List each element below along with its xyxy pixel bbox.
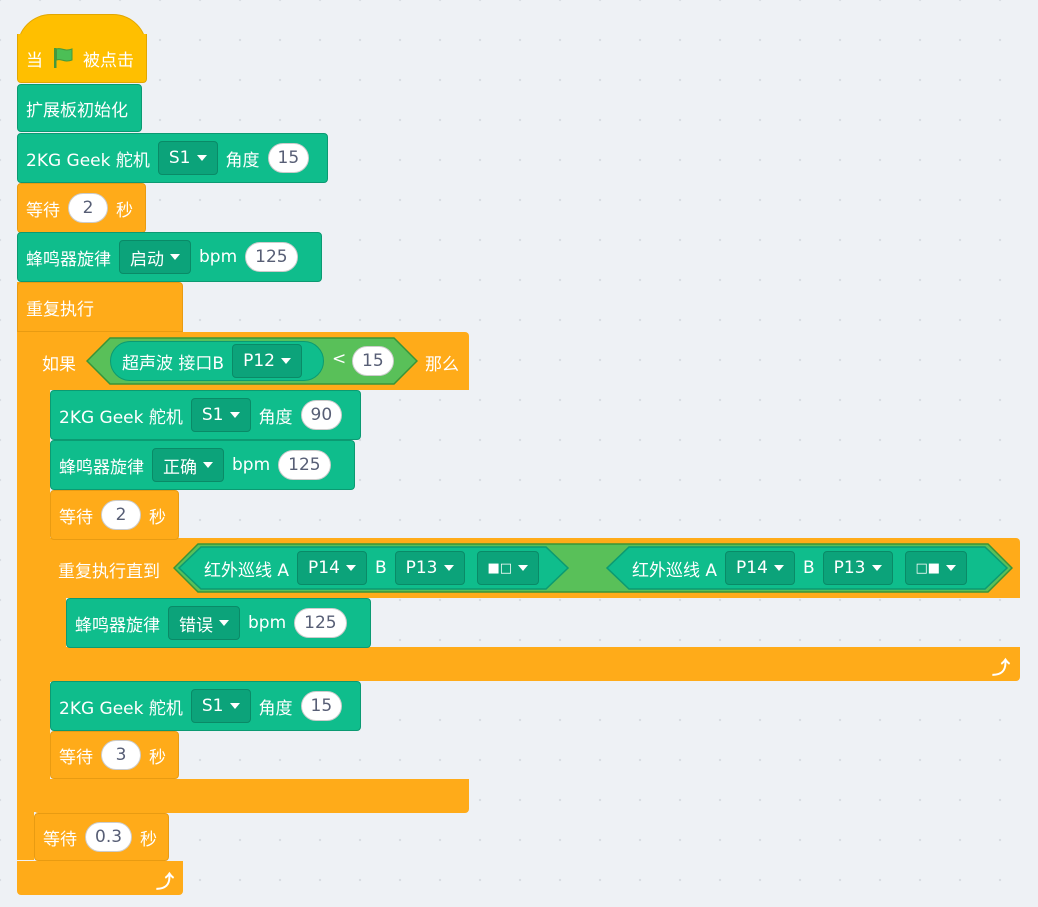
buzzer-label: 蜂鸣器旋律 — [59, 457, 144, 478]
wait-block[interactable]: 等待 2 秒 — [50, 490, 179, 540]
dropdown-caret-icon — [219, 620, 229, 626]
wait-block[interactable]: 等待 2 秒 — [17, 183, 146, 233]
ir-b-port-dropdown[interactable]: P13 — [394, 551, 465, 585]
board-init-block[interactable]: 扩展板初始化 — [17, 84, 142, 132]
wait-label: 等待 — [59, 507, 93, 528]
wait-unit: 秒 — [149, 507, 166, 528]
wait-unit: 秒 — [149, 747, 166, 768]
servo-angle-block[interactable]: 2KG Geek 舵机 S1 角度 15 — [50, 681, 361, 731]
ir-state-dropdown[interactable]: ■□ — [476, 551, 540, 585]
bpm-input[interactable]: 125 — [245, 242, 298, 272]
buzzer-melody-block[interactable]: 蜂鸣器旋律 错误 bpm 125 — [66, 598, 371, 648]
servo-port-dropdown[interactable]: S1 — [190, 398, 251, 432]
dropdown-caret-icon — [518, 565, 529, 571]
hat-suffix: 被点击 — [83, 50, 134, 71]
wait-unit: 秒 — [116, 200, 133, 221]
dropdown-caret-icon — [345, 565, 356, 571]
servo-label: 2KG Geek 舵机 — [59, 407, 183, 428]
servo-angle-block[interactable]: 2KG Geek 舵机 S1 角度 90 — [50, 390, 361, 440]
wait-label: 等待 — [59, 747, 93, 768]
angle-input[interactable]: 90 — [300, 400, 343, 430]
wait-block[interactable]: 等待 3 秒 — [50, 731, 179, 779]
dropdown-caret-icon — [280, 358, 291, 364]
compare-operator: < — [332, 349, 347, 369]
angle-label: 角度 — [258, 698, 293, 719]
servo-port-dropdown[interactable]: S1 — [157, 141, 218, 175]
ir-state-dropdown[interactable]: □■ — [904, 551, 968, 585]
servo-port-dropdown[interactable]: S1 — [190, 689, 251, 723]
if-condition[interactable]: 超声波 接口B P12 < 15 — [86, 337, 418, 385]
angle-input[interactable]: 15 — [267, 143, 310, 173]
green-flag-icon — [54, 48, 73, 68]
if-arm — [34, 332, 50, 812]
ir-a-port-dropdown[interactable]: P14 — [297, 551, 367, 585]
until-label: 重复执行直到 — [58, 562, 160, 582]
wait-label: 等待 — [43, 829, 77, 850]
wait-unit: 秒 — [140, 829, 158, 850]
loop-arrow-icon: ⤴ — [156, 872, 174, 893]
dropdown-caret-icon — [871, 565, 882, 571]
ultrasonic-label: 超声波 接口B — [122, 353, 225, 374]
angle-input[interactable]: 15 — [300, 691, 343, 721]
bpm-input[interactable]: 125 — [278, 450, 331, 480]
ir-b-label: B — [374, 558, 387, 578]
dropdown-caret-icon — [229, 703, 240, 709]
wait-label: 等待 — [26, 200, 60, 221]
forever-arm — [17, 282, 34, 860]
servo-angle-block[interactable]: 2KG Geek 舵机 S1 角度 15 — [17, 133, 328, 183]
servo-label: 2KG Geek 舵机 — [59, 698, 183, 719]
compare-value-input[interactable]: 15 — [352, 346, 394, 376]
buzzer-melody-block[interactable]: 蜂鸣器旋律 正确 bpm 125 — [50, 440, 355, 490]
dropdown-caret-icon — [170, 254, 180, 260]
if-bottom — [34, 779, 469, 813]
forever-label: 重复执行 — [26, 299, 94, 320]
bpm-label: bpm — [199, 247, 238, 267]
ir-line-condition-1[interactable]: 红外巡线 A P14 B P13 ■□ — [204, 551, 540, 585]
if-label: 如果 — [42, 355, 76, 375]
angle-label: 角度 — [258, 407, 293, 428]
hat-prefix: 当 — [26, 50, 43, 71]
wait-block[interactable]: 等待 0.3 秒 — [34, 813, 169, 861]
melody-dropdown[interactable]: 启动 — [119, 240, 191, 274]
bpm-label: bpm — [232, 455, 271, 475]
melody-dropdown[interactable]: 错误 — [168, 606, 240, 640]
melody-dropdown[interactable]: 正确 — [152, 448, 224, 482]
bpm-label: bpm — [248, 613, 287, 633]
loop-arrow-icon: ⤴ — [992, 658, 1010, 679]
ir-b-label: B — [802, 558, 815, 578]
dropdown-caret-icon — [229, 412, 240, 418]
dropdown-caret-icon — [203, 462, 213, 468]
ir-line-label: 红外巡线 A — [204, 560, 290, 581]
dropdown-caret-icon — [773, 565, 784, 571]
wait-seconds-input[interactable]: 2 — [68, 193, 108, 223]
dropdown-caret-icon — [443, 565, 454, 571]
ir-line-label: 红外巡线 A — [632, 560, 718, 581]
wait-seconds-input[interactable]: 2 — [101, 500, 141, 530]
buzzer-label: 蜂鸣器旋律 — [26, 249, 111, 270]
ultrasonic-port-dropdown[interactable]: P12 — [232, 344, 302, 378]
ir-a-port-dropdown[interactable]: P14 — [725, 551, 795, 585]
servo-label: 2KG Geek 舵机 — [26, 150, 150, 171]
ir-b-port-dropdown[interactable]: P13 — [822, 551, 893, 585]
dropdown-caret-icon — [196, 155, 207, 161]
dropdown-caret-icon — [946, 565, 957, 571]
bpm-input[interactable]: 125 — [294, 608, 347, 638]
if-then-label: 那么 — [425, 355, 459, 375]
buzzer-label: 蜂鸣器旋律 — [75, 615, 160, 636]
forever-block[interactable]: 重复执行 — [17, 282, 183, 332]
init-label: 扩展板初始化 — [26, 100, 128, 121]
angle-label: 角度 — [225, 150, 260, 171]
wait-seconds-input[interactable]: 0.3 — [85, 822, 133, 852]
buzzer-melody-block[interactable]: 蜂鸣器旋律 启动 bpm 125 — [17, 232, 322, 282]
wait-seconds-input[interactable]: 3 — [101, 740, 141, 770]
ir-line-condition-2[interactable]: 红外巡线 A P14 B P13 □■ — [632, 551, 968, 585]
when-flag-clicked-block[interactable]: 当 被点击 — [17, 34, 147, 83]
until-bottom — [50, 647, 1020, 681]
